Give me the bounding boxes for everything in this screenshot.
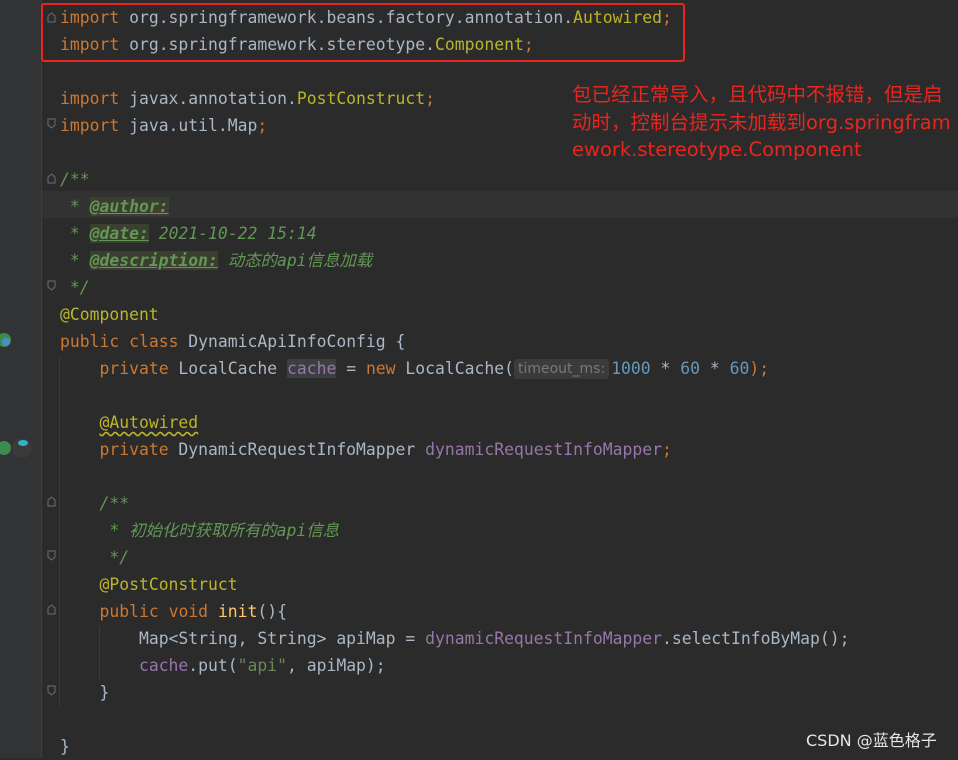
fold-marker-icon[interactable] — [47, 604, 56, 615]
code-line-method-doc-open: /** — [99, 494, 130, 513]
code-line-doc-author: * @author: — [60, 197, 169, 216]
code-line-mapper-field: private DynamicRequestInfoMapper dynamic… — [99, 440, 672, 459]
watermark: CSDN @蓝色格子 — [806, 731, 937, 750]
code-line-method-declaration: public void init(){ — [99, 602, 288, 621]
code-line-method-doc-close: */ — [99, 548, 130, 567]
fold-marker-icon[interactable] — [47, 685, 56, 696]
code-line-import-map: import java.util.Map; — [60, 116, 268, 135]
code-line-class-close: } — [60, 737, 70, 756]
code-line-doc-close: */ — [60, 278, 90, 297]
code-line-doc-description: * @description: 动态的api信息加载 — [60, 251, 373, 270]
code-line-method-body-2: cache.put("api", apiMap); — [138, 656, 386, 675]
fold-marker-icon[interactable] — [47, 496, 56, 507]
code-line-cache-field: private LocalCache cache = new LocalCach… — [99, 359, 770, 379]
code-line-method-doc: * 初始化时获取所有的api信息 — [99, 521, 339, 540]
mapper-bird-icon[interactable] — [12, 438, 32, 458]
highlight-box — [41, 3, 685, 62]
editor-gutter — [0, 0, 42, 758]
code-line-autowired-annotation: @Autowired — [99, 413, 199, 432]
code-line-method-close: } — [99, 683, 110, 702]
annotation-note: 包已经正常导入，且代码中不报错，但是启动时，控制台提示未加载到org.sprin… — [572, 83, 951, 161]
fold-marker-icon[interactable] — [47, 118, 56, 129]
fold-marker-icon[interactable] — [47, 280, 56, 291]
code-line-component-annotation: @Component — [60, 305, 159, 324]
parameter-hint: timeout_ms: — [513, 359, 610, 379]
code-line-class-declaration: public class DynamicApiInfoConfig { — [60, 332, 406, 351]
fold-marker-icon[interactable] — [47, 173, 56, 184]
fold-marker-icon[interactable] — [47, 550, 56, 561]
code-line-import-postconstruct: import javax.annotation.PostConstruct; — [60, 89, 436, 108]
code-line-doc-date: * @date: 2021-10-22 15:14 — [60, 224, 317, 243]
code-line-method-body-1: Map<String, String> apiMap = dynamicRequ… — [138, 629, 850, 648]
code-line-postconstruct-annotation: @PostConstruct — [99, 575, 238, 594]
current-line-highlight — [42, 191, 958, 218]
code-line-doc-open: /** — [60, 170, 90, 189]
